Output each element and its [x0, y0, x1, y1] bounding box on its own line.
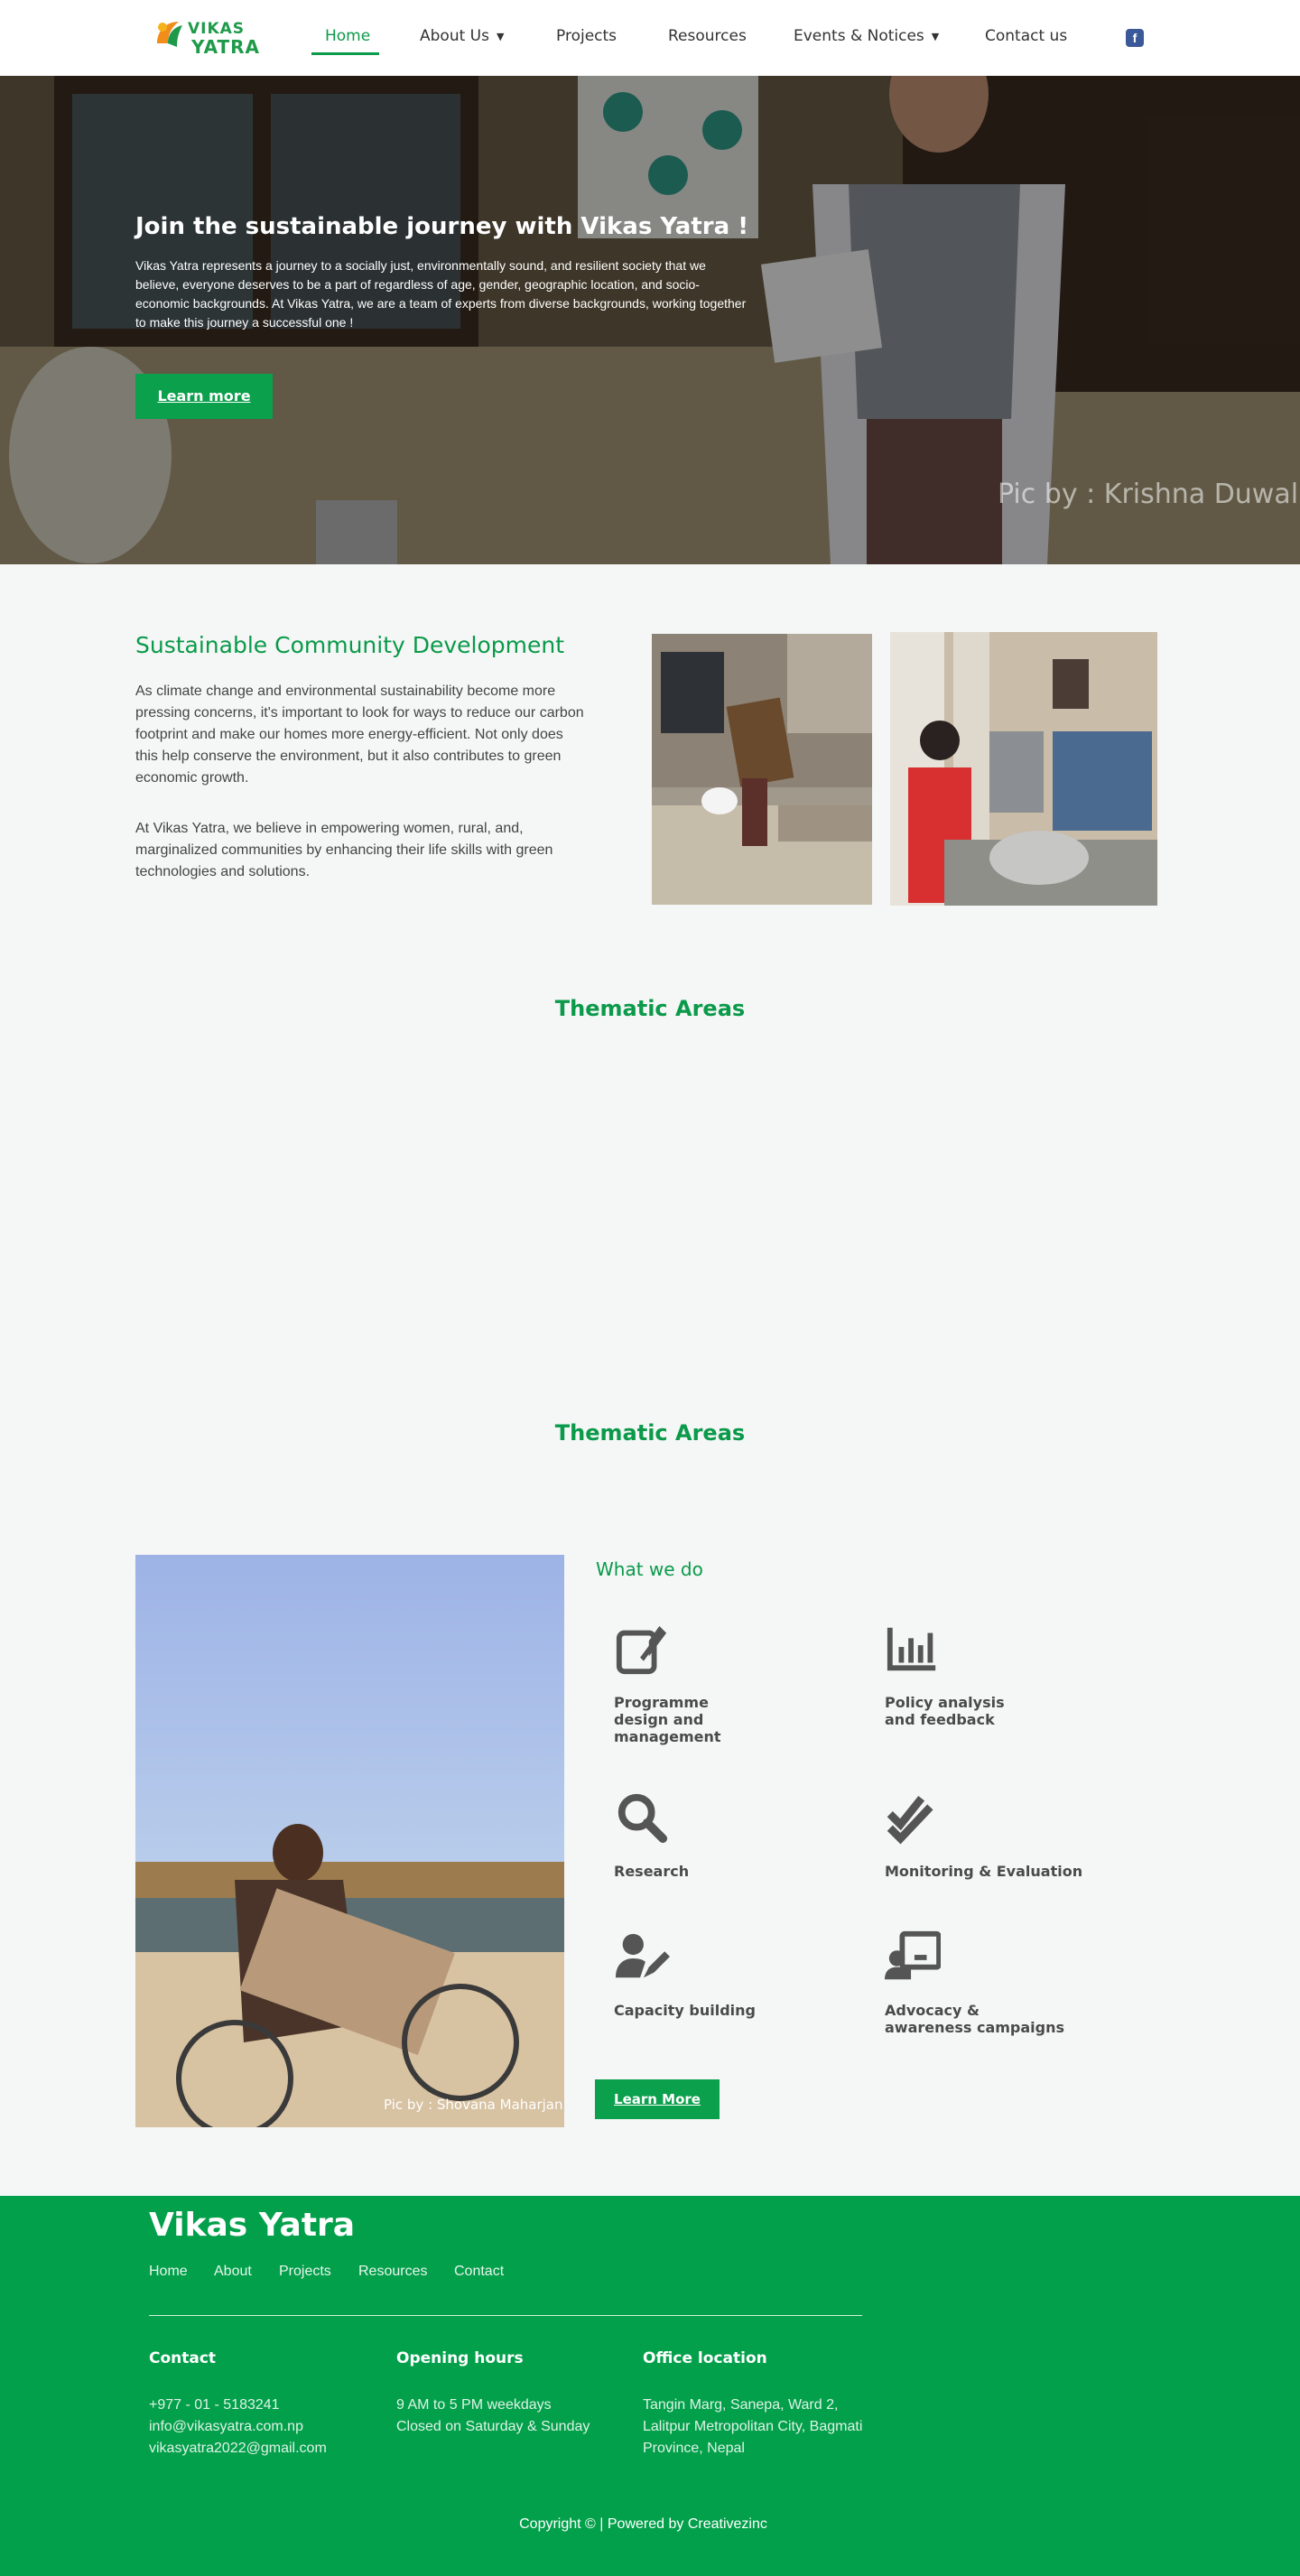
sustainable-paragraph-2: At Vikas Yatra, we believe in empowering… — [135, 821, 553, 879]
footer-divider — [149, 2315, 862, 2316]
footer-nav-about[interactable]: About — [214, 2264, 252, 2280]
hero-photo-credit: Pic by : Krishna Duwal — [998, 479, 1299, 510]
nav-home[interactable]: Home — [325, 27, 370, 45]
hero-section: Join the sustainable journey with Vikas … — [0, 76, 1300, 564]
service-capacity-building: Capacity building — [614, 1929, 831, 2019]
edit-icon — [616, 1625, 667, 1675]
footer-phone[interactable]: +977 - 01 - 5183241 — [149, 2395, 280, 2416]
chart-bar-icon — [887, 1627, 936, 1671]
footer-email-2[interactable]: vikasyatra2022@gmail.com — [149, 2438, 327, 2460]
wwd-photo-credit: Pic by : Shovana Maharjan — [384, 2097, 563, 2113]
service-advocacy-awareness: Advocacy & awareness campaigns — [885, 1929, 1101, 2036]
footer-email-1[interactable]: info@vikasyatra.com.np — [149, 2416, 303, 2438]
nav-about-us[interactable]: About Us ▼ — [420, 27, 504, 45]
photo-bicycle-firewood — [135, 1555, 564, 2127]
thematic-areas-heading-2: Thematic Areas — [554, 1420, 746, 1446]
footer-address-line: Lalitpur Metropolitan City, Bagmati — [643, 2419, 863, 2434]
footer-nav-home[interactable]: Home — [149, 2264, 188, 2280]
service-label: Capacity building — [614, 2002, 756, 2019]
service-label: Advocacy & awareness campaigns — [885, 2002, 1065, 2036]
footer-brand: Vikas Yatra — [149, 2207, 356, 2244]
service-label: Policy analysis and feedback — [885, 1694, 1005, 1728]
footer-hours-line: Closed on Saturday & Sunday — [396, 2419, 590, 2434]
service-policy-analysis: Policy analysis and feedback — [885, 1621, 1101, 1728]
footer-contact-title: Contact — [149, 2349, 217, 2367]
site-header: VIKAS YATRA Home About Us ▼ Projects Reso… — [0, 0, 1300, 76]
footer-nav-contact[interactable]: Contact — [454, 2264, 504, 2280]
service-label: Programme design and management — [614, 1694, 721, 1745]
presentation-icon — [885, 1930, 942, 1980]
logo-mark-icon — [157, 22, 182, 47]
site-logo[interactable]: VIKAS YATRA — [152, 14, 259, 58]
nav-events-notices[interactable]: Events & Notices ▼ — [794, 27, 939, 45]
photo-cookstove-training — [890, 632, 1157, 906]
nav-resources[interactable]: Resources — [668, 27, 747, 45]
footer-hours-line: 9 AM to 5 PM weekdays — [396, 2397, 552, 2413]
section-title-sustainable: Sustainable Community Development — [135, 632, 565, 658]
footer-copyright: Copyright © | Powered by Creativezinc — [519, 2516, 767, 2532]
service-programme-design: Programme design and management — [614, 1621, 831, 1745]
nav-contact-us[interactable]: Contact us — [985, 27, 1067, 45]
nav-about-us-label: About Us — [420, 27, 489, 45]
hero-title: Join the sustainable journey with Vikas … — [135, 213, 749, 240]
footer-location-title: Office location — [643, 2349, 767, 2367]
hero-description: Vikas Yatra represents a journey to a so… — [135, 258, 747, 330]
learn-more-button[interactable]: Learn more — [135, 374, 273, 419]
footer-hours-title: Opening hours — [396, 2349, 524, 2367]
what-we-do-title: What we do — [596, 1558, 703, 1580]
service-monitoring-evaluation: Monitoring & Evaluation — [885, 1790, 1101, 1880]
service-label: Research — [614, 1863, 690, 1880]
service-label: Monitoring & Evaluation — [885, 1863, 1083, 1880]
nav-events-notices-label: Events & Notices — [794, 27, 924, 45]
footer-nav-resources[interactable]: Resources — [358, 2264, 427, 2280]
footer-address-line: Tangin Marg, Sanepa, Ward 2, — [643, 2397, 839, 2413]
footer-address-line: Province, Nepal — [643, 2441, 745, 2456]
chevron-down-icon: ▼ — [931, 30, 940, 42]
logo-text-yatra: YATRA — [191, 36, 261, 58]
nav-active-indicator — [311, 52, 379, 55]
footer-nav-projects[interactable]: Projects — [279, 2264, 331, 2280]
logo-text-vikas: VIKAS — [188, 20, 246, 38]
chevron-down-icon: ▼ — [496, 30, 505, 42]
sustainable-paragraph-1: As climate change and environmental sust… — [135, 684, 584, 786]
wwd-learn-more-button[interactable]: Learn More — [595, 2079, 720, 2119]
nav-projects[interactable]: Projects — [556, 27, 617, 45]
double-check-icon — [887, 1795, 933, 1845]
photo-firewood-carrier — [652, 634, 872, 905]
user-edit-icon — [615, 1933, 670, 1978]
facebook-icon[interactable]: f — [1126, 29, 1144, 47]
search-icon — [618, 1793, 668, 1844]
service-research: Research — [614, 1790, 831, 1880]
thematic-areas-heading-1: Thematic Areas — [554, 996, 746, 1021]
site-footer: Vikas Yatra Home About Projects Resource… — [0, 2196, 1300, 2576]
